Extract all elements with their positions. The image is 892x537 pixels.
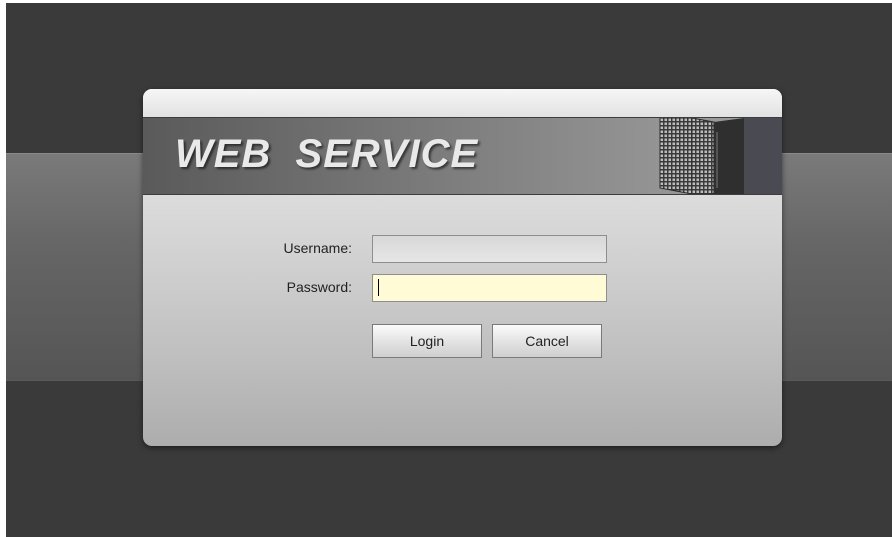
web-service-banner: WEB SERVICE: [143, 117, 782, 195]
server-rack-icon: [659, 118, 782, 194]
login-page: WEB SERVICE Username: Password: Login Ca…: [6, 3, 892, 537]
dialog-top-strip: [143, 89, 782, 117]
password-label: Password:: [286, 279, 352, 295]
login-dialog: WEB SERVICE Username: Password: Login Ca…: [143, 89, 782, 446]
username-label: Username:: [283, 240, 352, 256]
username-input[interactable]: [372, 235, 607, 263]
cancel-button[interactable]: Cancel: [492, 324, 602, 358]
banner-title: WEB SERVICE: [175, 132, 479, 176]
password-input[interactable]: [372, 274, 607, 302]
text-caret: [378, 279, 379, 296]
login-button[interactable]: Login: [372, 324, 482, 358]
